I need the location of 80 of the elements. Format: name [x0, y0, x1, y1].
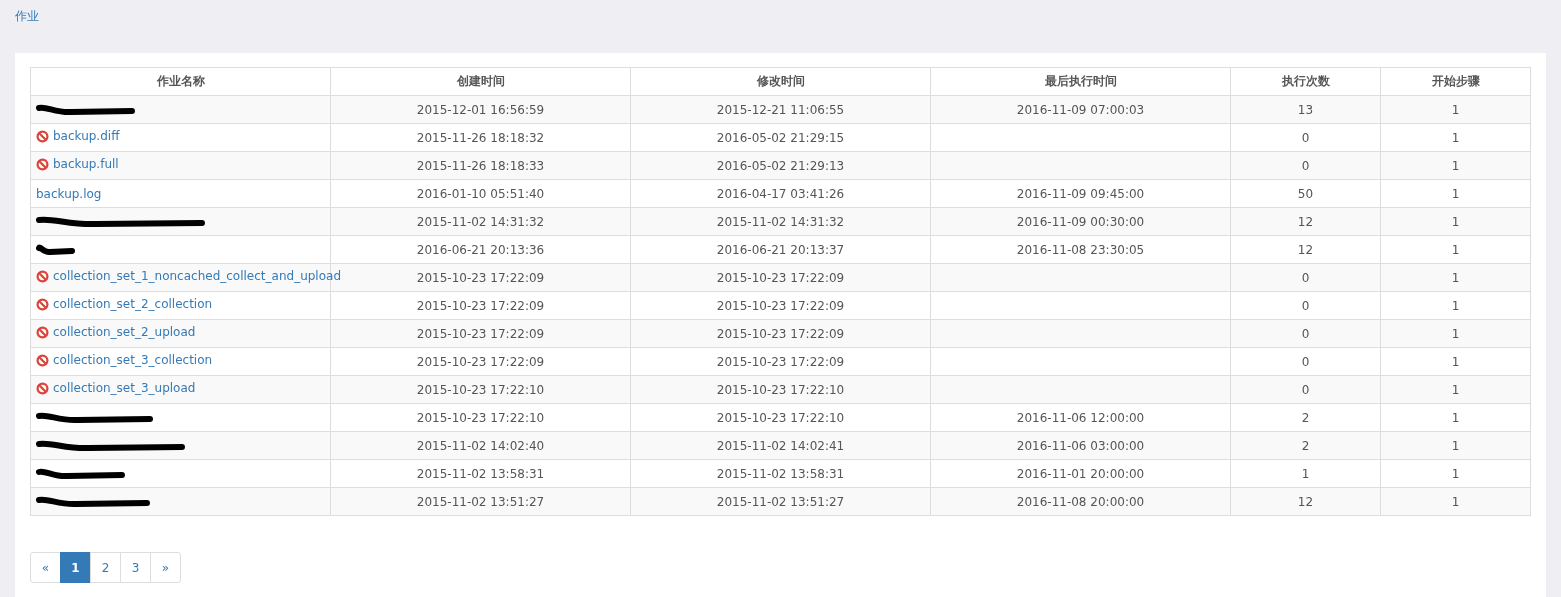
- table-cell: 1: [1380, 375, 1531, 404]
- table-cell: 1: [1230, 459, 1381, 488]
- prev-page-button[interactable]: «: [30, 552, 61, 583]
- table-cell: 1: [1380, 487, 1531, 516]
- table-cell: 2015-10-23 17:22:10: [330, 403, 631, 432]
- table-cell: 2015-10-23 17:22:09: [330, 347, 631, 376]
- table-cell: 12: [1230, 235, 1381, 264]
- table-cell: 1: [1380, 431, 1531, 460]
- table-cell: 2015-11-02 13:58:31: [630, 459, 931, 488]
- table-cell: 2016-11-08 20:00:00: [930, 487, 1231, 516]
- table-cell: 2015-12-21 11:06:55: [630, 95, 931, 124]
- table-cell: 2016-04-17 03:41:26: [630, 179, 931, 208]
- table-cell: 2016-06-21 20:13:36: [330, 235, 631, 264]
- page-button[interactable]: 2: [90, 552, 121, 583]
- page-button[interactable]: 3: [120, 552, 151, 583]
- table-cell: 2015-11-02 14:02:41: [630, 431, 931, 460]
- table-cell: 0: [1230, 347, 1381, 376]
- table-cell: 0: [1230, 319, 1381, 348]
- table-cell: 2015-11-26 18:18:32: [330, 123, 631, 152]
- table-cell: 12: [1230, 207, 1381, 236]
- table-cell: 2015-10-23 17:22:09: [630, 263, 931, 292]
- table-cell: 1: [1380, 151, 1531, 180]
- table-cell: 1: [1380, 319, 1531, 348]
- table-cell: 2015-11-02 14:31:32: [630, 207, 931, 236]
- table-cell: 0: [1230, 123, 1381, 152]
- table-cell: 2016-11-09 00:30:00: [930, 207, 1231, 236]
- table-cell: 2016-05-02 21:29:15: [630, 123, 931, 152]
- table-cell: 13: [1230, 95, 1381, 124]
- table-cell: 1: [1380, 291, 1531, 320]
- table-cell: 2015-11-02 13:51:27: [330, 487, 631, 516]
- table-cell: 2015-11-02 13:51:27: [630, 487, 931, 516]
- table-cell: 2016-11-06 12:00:00: [930, 403, 1231, 432]
- table-cell: 2015-12-01 16:56:59: [330, 95, 631, 124]
- column-header: 执行次数: [1230, 67, 1381, 96]
- table-cell: 1: [1380, 95, 1531, 124]
- table-cell: 2015-11-26 18:18:33: [330, 151, 631, 180]
- table-cell: 0: [1230, 375, 1381, 404]
- table-cell: 2015-10-23 17:22:10: [630, 375, 931, 404]
- table-cell: 1: [1380, 207, 1531, 236]
- table-cell: 2: [1230, 403, 1381, 432]
- table-cell: 2015-10-23 17:22:09: [630, 319, 931, 348]
- breadcrumb-link[interactable]: 作业: [15, 8, 39, 25]
- table-cell: 2016-11-09 07:00:03: [930, 95, 1231, 124]
- column-header: 最后执行时间: [930, 67, 1231, 96]
- table-cell: 1: [1380, 403, 1531, 432]
- table-cell: 2015-10-23 17:22:10: [630, 403, 931, 432]
- table-cell: 2016-06-21 20:13:37: [630, 235, 931, 264]
- job-name-link[interactable]: backup.log: [36, 186, 102, 201]
- column-header: 作业名称: [30, 67, 331, 96]
- table-cell: 2015-10-23 17:22:09: [630, 347, 931, 376]
- table-cell: 1: [1380, 263, 1531, 292]
- page-button[interactable]: 1: [60, 552, 91, 583]
- table-cell: 2016-05-02 21:29:13: [630, 151, 931, 180]
- table-cell: 2016-01-10 05:51:40: [330, 179, 631, 208]
- table-cell: 1: [1380, 123, 1531, 152]
- table-cell: 2015-11-02 14:31:32: [330, 207, 631, 236]
- table-cell: 2015-11-02 14:02:40: [330, 431, 631, 460]
- table-cell: 1: [1380, 347, 1531, 376]
- next-page-button[interactable]: »: [150, 552, 181, 583]
- table-cell: 1: [1380, 235, 1531, 264]
- table-cell: 2015-10-23 17:22:09: [630, 291, 931, 320]
- column-header: 创建时间: [330, 67, 631, 96]
- table-cell: 0: [1230, 291, 1381, 320]
- table-cell: 1: [1380, 179, 1531, 208]
- table-cell: 2015-10-23 17:22:09: [330, 319, 631, 348]
- table-cell: 2: [1230, 431, 1381, 460]
- table-cell: 2016-11-06 03:00:00: [930, 431, 1231, 460]
- column-header: 修改时间: [630, 67, 931, 96]
- table-cell: 1: [1380, 459, 1531, 488]
- table-cell: 0: [1230, 151, 1381, 180]
- table-cell: 12: [1230, 487, 1381, 516]
- table-cell: 0: [1230, 263, 1381, 292]
- table-cell: 2015-10-23 17:22:09: [330, 291, 631, 320]
- table-cell: 2016-11-01 20:00:00: [930, 459, 1231, 488]
- column-header: 开始步骤: [1380, 67, 1531, 96]
- table-cell: 2016-11-09 09:45:00: [930, 179, 1231, 208]
- table-cell: 2015-10-23 17:22:10: [330, 375, 631, 404]
- table-cell: 50: [1230, 179, 1381, 208]
- table-cell: 2015-11-02 13:58:31: [330, 459, 631, 488]
- table-cell: 2016-11-08 23:30:05: [930, 235, 1231, 264]
